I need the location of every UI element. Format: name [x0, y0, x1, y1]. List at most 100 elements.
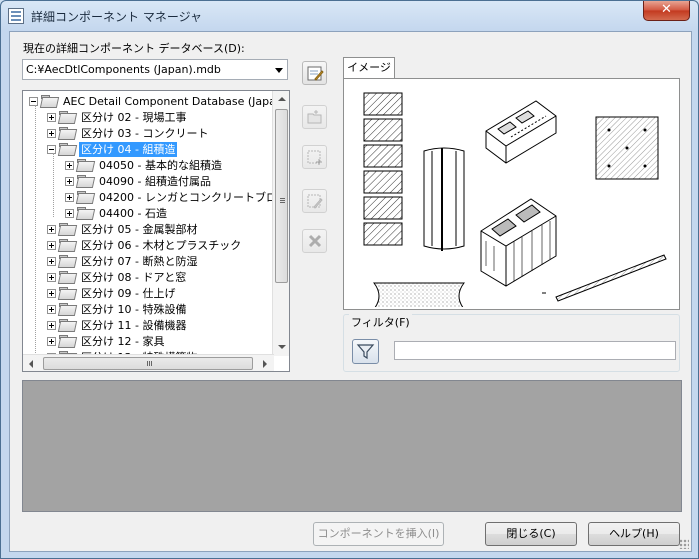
- scroll-up-icon[interactable]: [278, 97, 286, 101]
- new-group-icon: [307, 150, 322, 165]
- tree-subitem[interactable]: 04050 - 基本的な組積造: [65, 157, 224, 173]
- folder-icon: [59, 303, 75, 315]
- new-group-button[interactable]: [302, 145, 327, 169]
- database-combobox[interactable]: C:¥AecDtlComponents (Japan).mdb: [22, 59, 288, 80]
- collapse-icon[interactable]: [29, 96, 38, 106]
- component-tree[interactable]: AEC Detail Component Database (Japa 区分け 0…: [22, 90, 290, 372]
- dialog-body: 現在の詳細コンポーネント データベース(D): C:¥AecDtlCompone…: [9, 31, 692, 552]
- scroll-thumb[interactable]: [275, 109, 288, 283]
- close-window-button[interactable]: ✕: [643, 1, 690, 21]
- database-path: C:¥AecDtlComponents (Japan).mdb: [26, 63, 221, 76]
- tree-vertical-scrollbar[interactable]: [272, 91, 289, 356]
- insert-component-button[interactable]: コンポーネントを挿入(I): [313, 522, 444, 546]
- tree-item-label: 区分け 08 - ドアと窓: [81, 270, 187, 284]
- open-database-button[interactable]: [302, 105, 327, 129]
- description-panel: [22, 380, 682, 512]
- tree-item-label: 04050 - 基本的な組積造: [99, 158, 222, 172]
- tree-item[interactable]: 区分け 04 - 組積造: [47, 141, 178, 157]
- folder-icon: [77, 159, 93, 171]
- scroll-down-icon[interactable]: [278, 345, 286, 349]
- tree-subitem[interactable]: 04200 - レンガとコンクリートブロック: [65, 189, 290, 205]
- tree-item-label: 区分け 09 - 仕上げ: [81, 286, 176, 300]
- open-database-icon: [307, 110, 322, 124]
- folder-icon: [59, 127, 75, 139]
- expand-icon[interactable]: [47, 240, 56, 250]
- tree-item-label: 04090 - 組積造付属品: [99, 174, 211, 188]
- tree-item-label: 区分け 12 - 家具: [81, 334, 165, 348]
- filter-input[interactable]: [394, 341, 676, 360]
- tree-item[interactable]: 区分け 02 - 現場工事: [47, 109, 188, 125]
- expand-icon[interactable]: [65, 160, 74, 170]
- tree-item-label: 区分け 03 - コンクリート: [81, 126, 209, 140]
- tree-item[interactable]: 区分け 10 - 特殊設備: [47, 301, 188, 317]
- expand-icon[interactable]: [47, 304, 56, 314]
- tree-item-label: 04400 - 石造: [99, 206, 167, 220]
- component-preview-image: [363, 92, 667, 307]
- chevron-down-icon[interactable]: [275, 68, 283, 73]
- database-label: 現在の詳細コンポーネント データベース(D):: [23, 42, 245, 55]
- folder-icon: [59, 319, 75, 331]
- expand-icon[interactable]: [47, 320, 56, 330]
- expand-icon[interactable]: [47, 128, 56, 138]
- folder-icon: [59, 111, 75, 123]
- tree-item[interactable]: 区分け 11 - 設備機器: [47, 317, 188, 333]
- app-icon: [8, 8, 24, 24]
- folder-icon: [77, 191, 93, 203]
- tree-root-node[interactable]: AEC Detail Component Database (Japa: [29, 93, 278, 109]
- tree-item-label: 区分け 02 - 現場工事: [81, 110, 187, 124]
- edit-group-button[interactable]: [302, 189, 327, 213]
- image-preview-panel: [343, 78, 680, 310]
- expand-icon[interactable]: [47, 272, 56, 282]
- expand-icon[interactable]: [47, 288, 56, 298]
- tree-item[interactable]: 区分け 07 - 断熱と防湿: [47, 253, 199, 269]
- scroll-thumb-horizontal[interactable]: [43, 357, 253, 370]
- edit-group-icon: [307, 194, 323, 209]
- tree-item[interactable]: 区分け 06 - 木材とプラスチック: [47, 237, 243, 253]
- scroll-left-icon[interactable]: [29, 360, 33, 368]
- folder-icon: [59, 255, 75, 267]
- tree-item[interactable]: 区分け 09 - 仕上げ: [47, 285, 177, 301]
- expand-icon[interactable]: [65, 176, 74, 186]
- filter-label: フィルタ(F): [349, 314, 412, 330]
- expand-icon[interactable]: [65, 208, 74, 218]
- folder-open-icon: [59, 143, 75, 155]
- folder-icon: [59, 287, 75, 299]
- scroll-right-icon[interactable]: [263, 360, 267, 368]
- tree-item-label: 区分け 05 - 金属製部材: [81, 222, 198, 236]
- expand-icon[interactable]: [47, 336, 56, 346]
- expand-icon[interactable]: [47, 112, 56, 122]
- edit-database-button[interactable]: [302, 61, 327, 85]
- funnel-icon: [356, 344, 375, 360]
- tree-item[interactable]: 区分け 03 - コンクリート: [47, 125, 210, 141]
- tree-item-label: 区分け 11 - 設備機器: [81, 318, 187, 332]
- folder-icon: [59, 271, 75, 283]
- help-button[interactable]: ヘルプ(H): [588, 522, 680, 546]
- resize-grip[interactable]: [679, 539, 689, 549]
- tree-subitem[interactable]: 04090 - 組積造付属品: [65, 173, 213, 189]
- expand-icon[interactable]: [47, 224, 56, 234]
- folder-icon: [77, 175, 93, 187]
- tree-item-label: 04200 - レンガとコンクリートブロック: [99, 190, 290, 204]
- expand-icon[interactable]: [65, 192, 74, 202]
- tree-item[interactable]: 区分け 05 - 金属製部材: [47, 221, 199, 237]
- folder-icon: [59, 223, 75, 235]
- expand-icon[interactable]: [47, 256, 56, 266]
- tree-item[interactable]: 区分け 08 - ドアと窓: [47, 269, 188, 285]
- filter-button[interactable]: [352, 339, 379, 364]
- tree-item-label: 区分け 07 - 断熱と防湿: [81, 254, 198, 268]
- tree-item-label: 区分け 06 - 木材とプラスチック: [81, 238, 242, 252]
- delete-button[interactable]: [302, 229, 327, 253]
- tab-image[interactable]: イメージ: [343, 57, 395, 79]
- tree-connector-line: [53, 153, 54, 217]
- tree-item-label: 区分け 10 - 特殊設備: [81, 302, 187, 316]
- tree-item[interactable]: 区分け 12 - 家具: [47, 333, 166, 349]
- folder-open-icon: [41, 95, 57, 107]
- title-bar[interactable]: 詳細コンポーネント マネージャ ✕: [1, 1, 698, 31]
- tree-horizontal-scrollbar[interactable]: [23, 354, 274, 371]
- tree-subitem[interactable]: 04400 - 石造: [65, 205, 169, 221]
- folder-icon: [59, 239, 75, 251]
- dialog-window: 詳細コンポーネント マネージャ ✕ 現在の詳細コンポーネント データベース(D)…: [0, 0, 699, 559]
- close-button[interactable]: 閉じる(C): [485, 522, 577, 546]
- edit-database-icon: [307, 66, 324, 81]
- collapse-icon[interactable]: [47, 144, 56, 154]
